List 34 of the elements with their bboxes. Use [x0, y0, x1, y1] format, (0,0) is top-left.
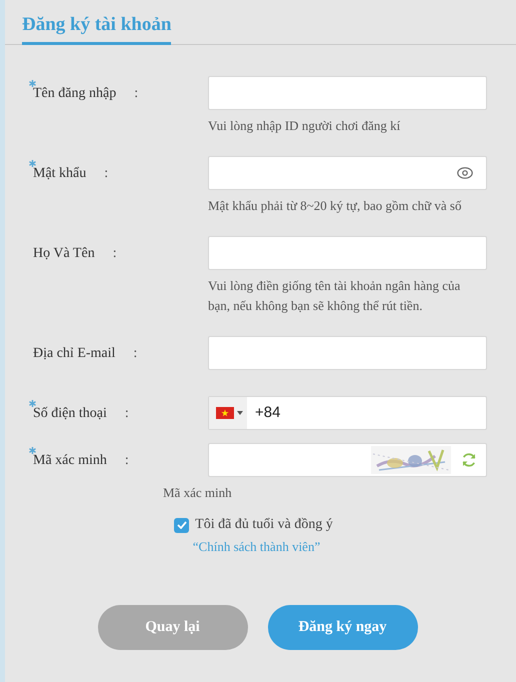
flag-icon: [216, 407, 234, 419]
back-button[interactable]: Quay lại: [98, 605, 248, 650]
phone-field[interactable]: +84: [208, 396, 487, 430]
label-colon: :: [124, 404, 129, 422]
field-hint: Mật khẩu phải từ 8~20 ký tự, bao gồm chữ và số: [208, 198, 462, 213]
agree-checkbox[interactable]: [174, 518, 190, 532]
label-colon: :: [112, 244, 117, 262]
field-hint: Vui lòng điền giống tên tài khoản ngân hàng của bạn, nếu không bạn sẽ không thể rút tiền.: [208, 278, 460, 313]
country-picker[interactable]: [209, 397, 247, 429]
register-button[interactable]: Đăng ký ngay: [268, 605, 418, 650]
page-title: Đăng ký tài khoản: [22, 12, 172, 45]
password-field[interactable]: [208, 156, 487, 190]
phone-code: +84: [255, 402, 280, 423]
field-label: Số điện thoại: [33, 404, 107, 422]
agreement-text: Tôi đã đủ tuổi và đồng ý: [195, 516, 333, 534]
refresh-icon[interactable]: [461, 452, 477, 468]
input-field[interactable]: [208, 76, 487, 110]
label-colon: :: [104, 164, 108, 182]
policy-link[interactable]: “Chính sách thành viên”: [192, 537, 320, 557]
field-label: Địa chỉ E-mail: [33, 344, 116, 362]
caret-icon: [237, 411, 243, 415]
field-hint: Vui lòng nhập ID người chơi đăng kí: [208, 118, 400, 133]
field-label: Họ Và Tên: [33, 244, 95, 262]
field-label: Mật khẩu: [33, 164, 86, 182]
input-field[interactable]: [208, 336, 487, 370]
captcha-field[interactable]: [208, 443, 487, 477]
field-label: Mã xác minh: [33, 452, 107, 470]
input-field[interactable]: [208, 236, 487, 270]
label-colon: :: [133, 344, 138, 362]
captcha-caption: Mã xác minh: [163, 485, 232, 500]
field-label: Tên đăng nhập: [33, 84, 116, 102]
label-colon: :: [124, 452, 129, 470]
eye-icon[interactable]: [457, 167, 473, 179]
label-colon: :: [134, 84, 138, 102]
